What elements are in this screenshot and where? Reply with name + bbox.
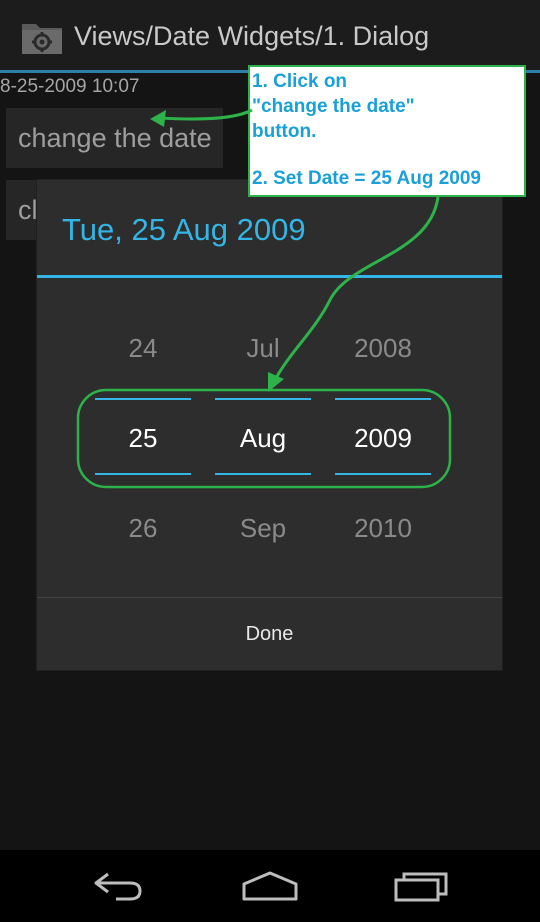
date-picker-dialog: Tue, 25 Aug 2009 24 25 26 Jul Aug Sep 20… [37,180,502,670]
selection-divider [335,398,431,400]
action-bar: Views/Date Widgets/1. Dialog [0,0,540,70]
app-title: Views/Date Widgets/1. Dialog [74,21,430,51]
selection-divider [215,398,311,400]
month-current[interactable]: Aug [215,423,311,453]
year-next[interactable]: 2010 [335,513,431,543]
home-icon[interactable] [240,868,300,904]
instruction-line: button. [252,121,317,142]
instruction-line: "change the date" [252,96,415,117]
dialog-title: Tue, 25 Aug 2009 [62,212,306,247]
instruction-line: 1. Click on [252,71,348,92]
selection-divider [95,473,191,475]
selection-divider [95,398,191,400]
month-prev[interactable]: Jul [215,333,311,363]
year-prev[interactable]: 2008 [335,333,431,363]
date-time-readout: 8-25-2009 10:07 [0,76,140,97]
done-button[interactable]: Done [37,598,502,670]
selection-divider [335,473,431,475]
navigation-bar [0,850,540,922]
year-current[interactable]: 2009 [335,423,431,453]
instruction-line: 2. Set Date = 25 Aug 2009 [252,168,481,189]
back-icon[interactable] [90,868,150,904]
day-current[interactable]: 25 [95,423,191,453]
change-date-button[interactable]: change the date [6,108,223,168]
selection-divider [215,473,311,475]
instruction-callout: 1. Click on "change the date" button. 2.… [248,65,526,197]
day-next[interactable]: 26 [95,513,191,543]
recent-apps-icon[interactable] [392,868,452,904]
settings-folder-icon [22,24,62,54]
day-prev[interactable]: 24 [95,333,191,363]
month-next[interactable]: Sep [215,513,311,543]
